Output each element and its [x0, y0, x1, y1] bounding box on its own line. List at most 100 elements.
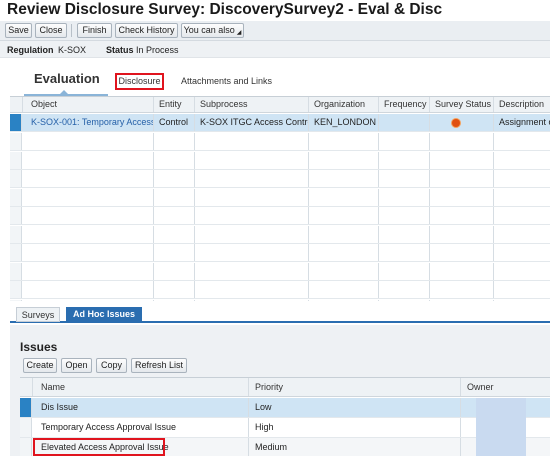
empty-table-row[interactable]: [10, 225, 550, 244]
empty-cell: [195, 299, 309, 301]
empty-cell: [154, 133, 195, 150]
row-selector[interactable]: [10, 188, 22, 206]
issues-heading: Issues: [20, 340, 58, 354]
issue-priority-cell: Low: [249, 398, 461, 417]
create-button[interactable]: Create: [23, 358, 57, 373]
empty-cell: [379, 188, 430, 206]
refresh-list-button[interactable]: Refresh List: [131, 358, 187, 373]
tab-evaluation[interactable]: Evaluation: [34, 71, 100, 86]
tab-disclosure[interactable]: Disclosure: [115, 73, 164, 90]
toolbar: Save Close Finish Check History You can …: [0, 21, 550, 41]
empty-cell: [494, 226, 550, 243]
empty-cell: [379, 281, 430, 298]
empty-cell: [494, 189, 550, 206]
column-header-subprocess[interactable]: Subprocess: [195, 97, 309, 112]
empty-table-row[interactable]: [10, 151, 550, 170]
empty-cell: [430, 225, 494, 243]
row-selector[interactable]: [10, 281, 22, 298]
empty-cell: [379, 299, 430, 301]
close-button[interactable]: Close: [35, 23, 67, 38]
empty-cell: [154, 244, 195, 261]
empty-cell: [154, 262, 195, 280]
subprocess-cell: K-SOX ITGC Access Control: [195, 114, 309, 131]
status-red-icon: [452, 119, 460, 127]
empty-cell: [309, 133, 379, 150]
finish-button[interactable]: Finish: [77, 23, 112, 38]
empty-cell: [494, 170, 550, 187]
you-can-also-label: You can also: [183, 25, 235, 35]
empty-cell: [195, 225, 309, 243]
empty-cell: [309, 262, 379, 280]
row-selector[interactable]: [20, 398, 32, 417]
empty-table-row[interactable]: [10, 281, 550, 299]
empty-table-row[interactable]: [10, 262, 550, 281]
row-selector-header[interactable]: [20, 378, 33, 396]
row-selector[interactable]: [10, 151, 22, 169]
empty-cell: [430, 281, 494, 298]
row-selector-header[interactable]: [10, 97, 23, 112]
empty-cell: [309, 188, 379, 206]
table-row[interactable]: Dis Issue Low: [20, 398, 550, 418]
empty-cell: [195, 244, 309, 261]
row-selector[interactable]: [10, 244, 22, 261]
column-header-organization[interactable]: Organization: [309, 97, 379, 112]
column-header-frequency[interactable]: Frequency: [379, 97, 430, 112]
row-selector[interactable]: [10, 262, 22, 280]
row-selector[interactable]: [10, 170, 22, 187]
column-header-owner[interactable]: Owner: [461, 378, 550, 396]
empty-table-row[interactable]: [10, 207, 550, 225]
row-selector[interactable]: [20, 438, 32, 456]
empty-cell: [309, 225, 379, 243]
check-history-button[interactable]: Check History: [115, 23, 178, 38]
column-header-description[interactable]: Description: [494, 97, 550, 112]
organization-cell: KEN_LONDON: [309, 114, 379, 131]
tab-attachments-and-links[interactable]: Attachments and Links: [181, 76, 272, 86]
empty-table-row[interactable]: [10, 188, 550, 207]
empty-cell: [195, 151, 309, 169]
column-header-priority[interactable]: Priority: [249, 378, 461, 396]
table-header: Object Entity Subprocess Organization Fr…: [10, 97, 550, 113]
tab-ad-hoc-issues[interactable]: Ad Hoc Issues: [66, 307, 142, 322]
column-header-name[interactable]: Name: [33, 378, 249, 396]
empty-cell: [154, 281, 195, 298]
empty-cell: [23, 244, 154, 261]
empty-cell: [379, 225, 430, 243]
row-selector[interactable]: [10, 225, 22, 243]
table-row[interactable]: K-SOX-001: Temporary Access Control K-SO…: [10, 114, 550, 132]
empty-cell: [154, 188, 195, 206]
empty-cell: [430, 170, 494, 187]
row-selector[interactable]: [10, 133, 22, 150]
empty-table-row[interactable]: [10, 244, 550, 262]
empty-cell: [195, 262, 309, 280]
empty-cell: [154, 151, 195, 169]
object-link[interactable]: K-SOX-001: Temporary Access: [23, 114, 154, 131]
empty-cell: [430, 133, 494, 150]
row-selector[interactable]: [20, 418, 32, 437]
empty-table-row[interactable]: [10, 170, 550, 188]
table-row[interactable]: Temporary Access Approval Issue High: [20, 418, 550, 438]
open-button[interactable]: Open: [61, 358, 92, 373]
empty-cell: [195, 281, 309, 298]
empty-cell: [430, 299, 494, 301]
row-selector[interactable]: [10, 114, 22, 131]
empty-cell: [309, 281, 379, 298]
row-selector[interactable]: [10, 299, 22, 301]
row-selector[interactable]: [10, 207, 22, 224]
issue-name-cell: Temporary Access Approval Issue: [33, 418, 249, 437]
column-header-entity[interactable]: Entity: [154, 97, 195, 112]
empty-table-row[interactable]: [10, 133, 550, 151]
empty-cell: [23, 299, 154, 301]
copy-button[interactable]: Copy: [96, 358, 127, 373]
column-header-object[interactable]: Object: [23, 97, 154, 112]
save-button[interactable]: Save: [5, 23, 32, 38]
empty-cell: [154, 170, 195, 187]
empty-cell: [309, 299, 379, 301]
you-can-also-button[interactable]: You can also ◢: [181, 23, 244, 38]
empty-cell: [430, 207, 494, 224]
tab-surveys[interactable]: Surveys: [16, 307, 60, 322]
empty-table-row[interactable]: [10, 299, 550, 301]
empty-cell: [494, 207, 550, 224]
empty-cell: [494, 263, 550, 280]
empty-cell: [309, 151, 379, 169]
column-header-survey-status[interactable]: Survey Status: [430, 97, 494, 112]
